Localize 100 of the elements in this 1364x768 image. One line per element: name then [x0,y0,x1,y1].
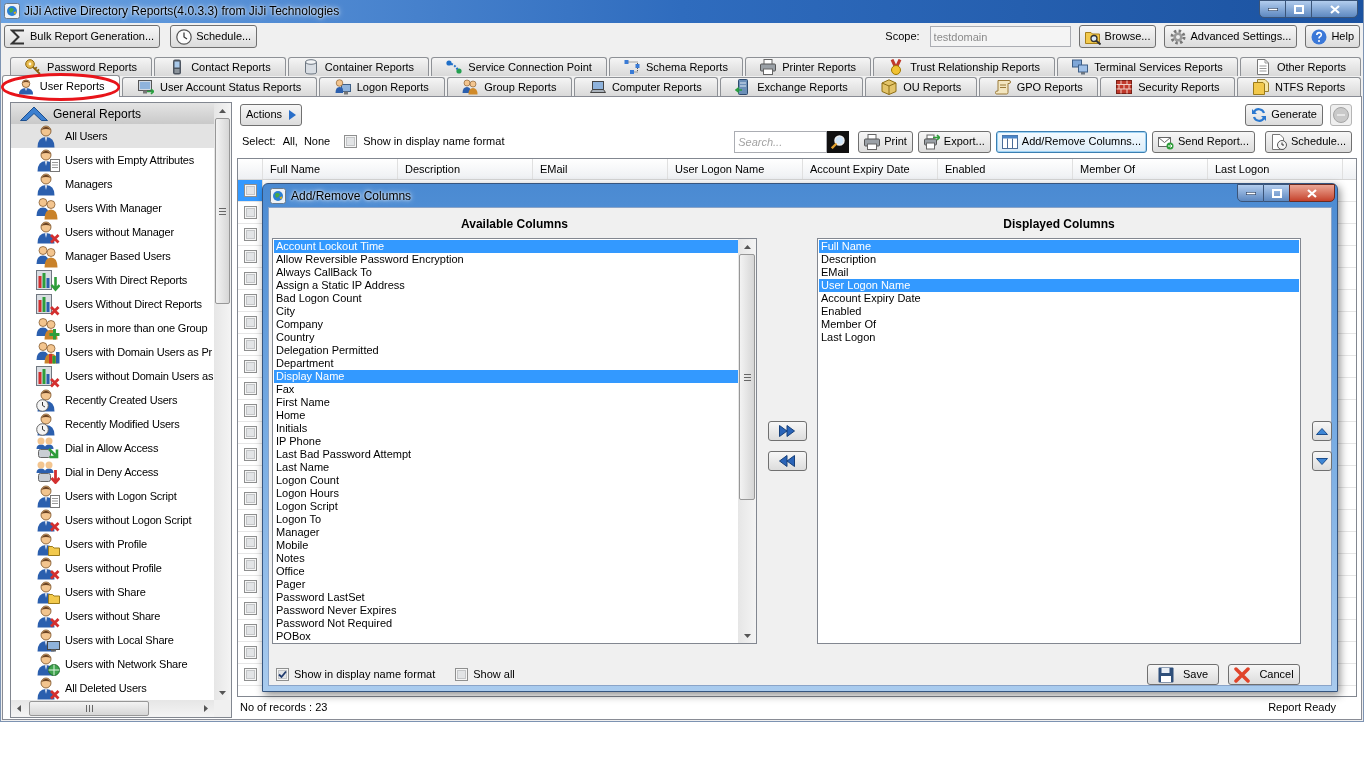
checkbox[interactable] [243,470,257,483]
scrollbar[interactable] [214,103,231,700]
list-item[interactable]: Home [274,409,738,422]
toolbar-button[interactable]: Print [858,130,913,153]
listbox[interactable]: Full Name Description EMail User Logon Name Account Expiry Date Enabled Member Of Last Logon [817,238,1301,644]
actions-button[interactable]: Actions [240,103,303,126]
checkbox[interactable] [243,360,257,373]
row-selector[interactable] [238,180,263,201]
scroll-thumb[interactable] [29,701,149,716]
maximize-button[interactable] [1286,0,1311,18]
list-item[interactable]: City [274,305,738,318]
dialog-button[interactable]: Save [1147,664,1219,685]
list-item[interactable]: Bad Logon Count [274,292,738,305]
list-item[interactable]: Last Name [274,461,738,474]
generate-button[interactable]: Generate [1245,103,1323,126]
checkbox[interactable] [243,338,257,351]
tab[interactable]: Container Reports [287,57,430,76]
list-item[interactable]: Allow Reversible Password Encryption [274,253,738,266]
scrollbar[interactable] [11,700,214,717]
checkbox[interactable] [243,448,257,461]
list-item[interactable]: Notes [274,552,738,565]
checkbox[interactable] [243,404,257,417]
tab[interactable]: Password Reports [10,57,153,76]
list-item[interactable]: Assign a Static IP Address [274,279,738,292]
toolbar-button[interactable]: Schedule... [170,25,258,48]
toolbar-button[interactable]: Add/Remove Columns... [995,130,1147,153]
tab[interactable]: Contact Reports [154,57,286,76]
checkbox[interactable] [243,492,257,505]
checkbox[interactable] [243,316,257,329]
list-item[interactable]: Office [274,565,738,578]
tab[interactable]: Printer Reports [745,57,872,76]
column-header[interactable]: Account Expiry Date [803,159,938,179]
list-item[interactable]: Logon To [274,513,738,526]
search-field[interactable]: Search... [734,130,828,153]
list-item[interactable]: First Name [274,396,738,409]
list-item[interactable]: Logon Count [274,474,738,487]
checkbox[interactable] [243,602,257,615]
checkbox[interactable] [455,668,469,681]
tab[interactable]: Terminal Services Reports [1057,57,1238,76]
list-item[interactable]: IP Phone [274,435,738,448]
list-item[interactable]: Password Never Expires [274,604,738,617]
maximize-button[interactable] [1264,184,1289,202]
list-item[interactable]: Enabled [819,305,1299,318]
checkbox[interactable] [243,294,257,307]
checkbox[interactable] [243,184,257,197]
column-header[interactable]: Member Of [1073,159,1208,179]
list-item[interactable]: Delegation Permitted [274,344,738,357]
group-header[interactable]: General Reports [11,103,214,124]
listbox[interactable] [272,238,757,644]
checkbox[interactable] [243,624,257,637]
checkbox[interactable] [243,272,257,285]
tab[interactable]: Service Connection Point [431,57,607,76]
column-header[interactable]: Full Name [263,159,398,179]
minimize-button[interactable] [1259,0,1286,18]
scrollbar[interactable] [738,239,756,643]
tab[interactable]: NTFS Reports [1237,77,1361,96]
list-item[interactable]: POBox [274,630,738,643]
move-up-button[interactable] [1312,421,1332,441]
list-item[interactable]: Logon Script [274,500,738,513]
checkbox[interactable] [243,668,257,681]
scroll-thumb[interactable] [215,118,230,304]
checkbox-label[interactable]: Show in display name format [294,666,436,683]
list-item[interactable]: Manager [274,526,738,539]
list-item[interactable]: Always CallBack To [274,266,738,279]
tab[interactable]: Other Reports [1239,57,1362,76]
search-button[interactable] [827,130,850,153]
list-item[interactable]: Password LastSet [274,591,738,604]
toolbar-button[interactable]: Help [1305,25,1360,48]
checkbox[interactable] [344,135,358,148]
list-item[interactable]: EMail [819,266,1299,279]
list-item[interactable]: Initials [274,422,738,435]
tab[interactable]: Trust Relationship Reports [873,57,1056,76]
list-item[interactable]: Logon Hours [274,487,738,500]
tab[interactable]: User Account Status Reports [122,77,317,96]
tab[interactable]: Group Reports [446,77,573,96]
tab[interactable]: GPO Reports [979,77,1099,96]
select-link[interactable]: None [303,133,331,150]
column-header[interactable]: Enabled [938,159,1073,179]
checkbox[interactable] [243,382,257,395]
toolbar-button[interactable]: Schedule... [1264,130,1352,153]
tab[interactable]: Schema Reports [608,57,744,76]
scroll-thumb[interactable] [739,254,755,500]
list-item[interactable]: Last Bad Password Attempt [274,448,738,461]
toolbar-button[interactable]: Advanced Settings... [1164,25,1298,48]
add-column-button[interactable] [767,421,807,441]
tab[interactable]: OU Reports [865,77,977,96]
list-item[interactable]: Department [274,357,738,370]
checkbox[interactable] [243,228,257,241]
list-item[interactable]: Account Expiry Date [819,292,1299,305]
column-header[interactable]: EMail [533,159,668,179]
toolbar-button[interactable]: Browse... [1078,25,1157,48]
checkbox[interactable] [243,250,257,263]
checkbox[interactable] [243,426,257,439]
tab[interactable]: Security Reports [1100,77,1236,96]
toolbar-button[interactable]: Bulk Report Generation... [4,25,161,48]
list-item[interactable]: Company [274,318,738,331]
checkbox[interactable] [243,514,257,527]
checkbox[interactable] [276,668,289,681]
list-item[interactable]: Last Logon [819,331,1299,344]
move-down-button[interactable] [1312,451,1332,471]
